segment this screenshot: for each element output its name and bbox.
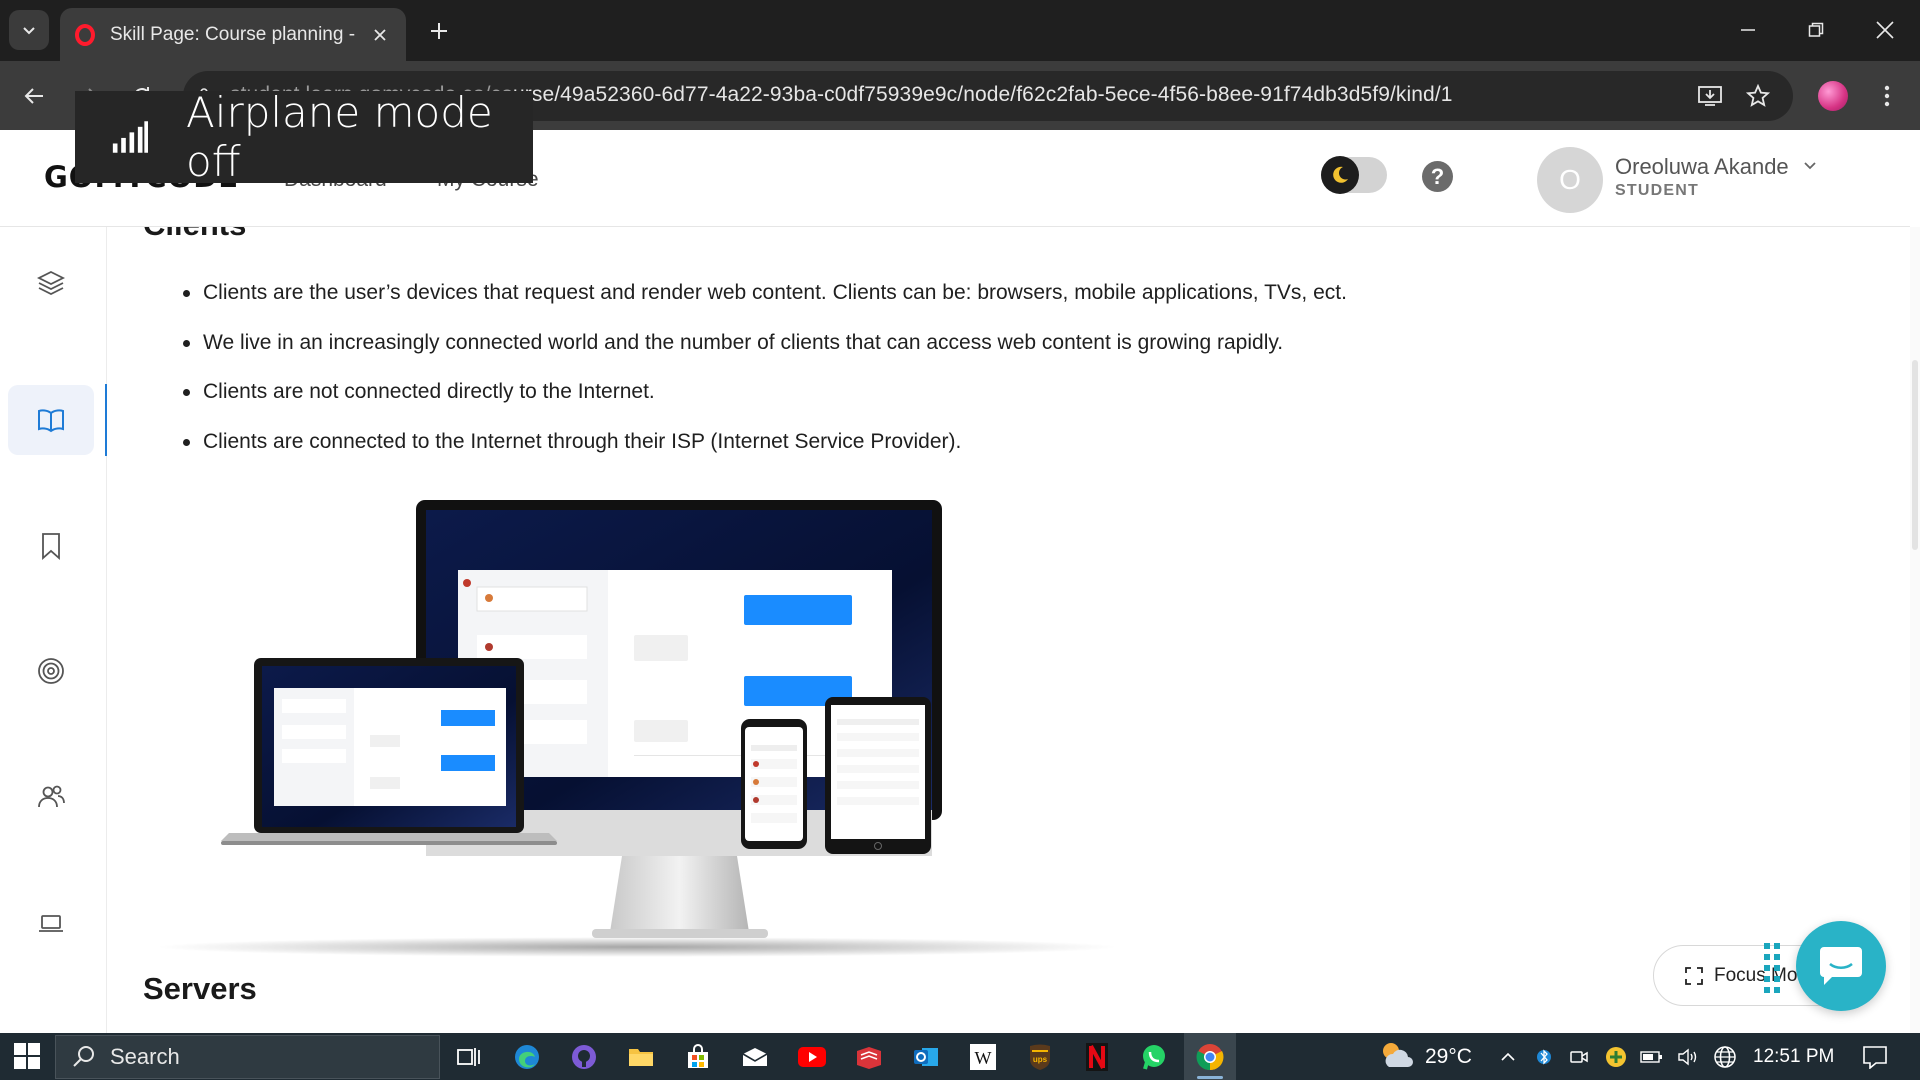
laptop-icon bbox=[39, 915, 63, 932]
help-button[interactable]: ? bbox=[1422, 161, 1453, 192]
svg-text:W: W bbox=[975, 1048, 992, 1068]
fullscreen-icon bbox=[1685, 966, 1703, 985]
restore-icon bbox=[1808, 22, 1824, 37]
book-open-icon bbox=[38, 409, 64, 433]
layers-icon bbox=[36, 270, 66, 296]
taskbar-search[interactable]: Search bbox=[55, 1035, 440, 1079]
section-heading-clients: Clients bbox=[143, 227, 246, 243]
chat-bubble-icon bbox=[1820, 947, 1862, 985]
signal-bars-icon bbox=[112, 121, 149, 153]
temperature-text[interactable]: 29°C bbox=[1425, 1045, 1472, 1069]
airplane-mode-toast: Airplane mode off bbox=[75, 88, 533, 186]
focus-mode-label: Focus Mo bbox=[1714, 964, 1798, 986]
profile-avatar[interactable] bbox=[1818, 81, 1848, 111]
devices-illustration bbox=[157, 500, 1117, 957]
globe-network-icon[interactable] bbox=[1712, 1045, 1738, 1069]
chevron-down-icon bbox=[23, 27, 35, 35]
minimize-button[interactable] bbox=[1723, 10, 1773, 50]
ups-icon[interactable]: ups bbox=[1023, 1040, 1057, 1074]
back-button[interactable] bbox=[16, 78, 52, 114]
volume-icon[interactable] bbox=[1676, 1045, 1700, 1069]
dark-mode-toggle[interactable] bbox=[1321, 156, 1387, 194]
bookshelf-app-icon[interactable] bbox=[852, 1040, 886, 1074]
users-icon bbox=[38, 785, 65, 808]
close-window-button[interactable] bbox=[1860, 10, 1910, 50]
netflix-icon[interactable] bbox=[1080, 1040, 1114, 1074]
microsoft-store-icon[interactable] bbox=[681, 1040, 715, 1074]
new-tab-button[interactable] bbox=[424, 16, 454, 46]
notifications-icon[interactable] bbox=[1860, 1045, 1890, 1069]
edge-icon[interactable] bbox=[510, 1040, 544, 1074]
chrome-icon[interactable] bbox=[1193, 1040, 1227, 1074]
youtube-icon[interactable] bbox=[795, 1040, 829, 1074]
user-avatar[interactable]: O bbox=[1537, 147, 1603, 213]
outlook-icon[interactable] bbox=[909, 1040, 943, 1074]
chat-support-button[interactable] bbox=[1796, 921, 1886, 1011]
chevron-down-icon[interactable] bbox=[1800, 156, 1820, 176]
page-scrollbar-track[interactable] bbox=[1910, 227, 1920, 1033]
sidebar bbox=[0, 227, 107, 1033]
plus-icon bbox=[431, 23, 447, 39]
target-icon bbox=[38, 658, 64, 684]
clients-bullet-list: Clients are the user’s devices that requ… bbox=[163, 279, 1663, 477]
user-name[interactable]: Oreoluwa Akande bbox=[1615, 154, 1789, 180]
toast-message: Airplane mode off bbox=[186, 88, 493, 186]
app-tray-icon[interactable] bbox=[1604, 1045, 1628, 1069]
search-icon bbox=[73, 1046, 94, 1067]
chrome-active-indicator bbox=[1197, 1076, 1223, 1079]
github-icon[interactable] bbox=[567, 1040, 601, 1074]
search-label: Search bbox=[110, 1044, 180, 1069]
moon-icon bbox=[1321, 156, 1359, 194]
meet-now-icon[interactable] bbox=[1568, 1045, 1590, 1069]
bluetooth-icon[interactable] bbox=[1534, 1045, 1554, 1069]
lesson-content: Clients Clients are the user’s devices t… bbox=[107, 227, 1910, 1033]
bookmark-star-button[interactable] bbox=[1741, 79, 1775, 113]
svg-text:ups: ups bbox=[1033, 1055, 1048, 1064]
taskbar-clock[interactable]: 12:51 PM bbox=[1753, 1046, 1834, 1068]
tab-title: Skill Page: Course planning - G( bbox=[110, 23, 360, 45]
url-path: urse/49a52360-6d77-4a22-93ba-c0df75939e9… bbox=[512, 83, 1453, 106]
mail-icon[interactable] bbox=[738, 1040, 772, 1074]
bullet-item: Clients are connected to the Internet th… bbox=[163, 428, 1663, 456]
wikipedia-icon[interactable]: W bbox=[966, 1040, 1000, 1074]
windows-start-icon[interactable] bbox=[14, 1043, 40, 1069]
tab-search-button[interactable] bbox=[9, 10, 49, 50]
close-tab-icon[interactable] bbox=[368, 23, 392, 47]
bullet-item: Clients are the user’s devices that requ… bbox=[163, 279, 1663, 307]
user-role: STUDENT bbox=[1615, 182, 1699, 199]
star-icon bbox=[1746, 84, 1770, 107]
task-view-icon[interactable] bbox=[451, 1040, 485, 1074]
chevron-up-icon[interactable] bbox=[1498, 1045, 1518, 1069]
bullet-item: Clients are not connected directly to th… bbox=[163, 378, 1663, 406]
restore-button[interactable] bbox=[1791, 10, 1841, 50]
sidebar-item-layers[interactable] bbox=[8, 248, 94, 318]
bookmark-icon bbox=[42, 533, 60, 560]
weather-icon[interactable] bbox=[1378, 1039, 1416, 1073]
sidebar-item-course[interactable] bbox=[8, 385, 94, 455]
bullet-item: We live in an increasingly connected wor… bbox=[163, 329, 1663, 357]
browser-tab-active[interactable]: Skill Page: Course planning - G( bbox=[60, 8, 406, 61]
sidebar-item-workspace[interactable] bbox=[8, 888, 94, 958]
taskbar: Search W ups 29°C 12:51 PM bbox=[0, 1033, 1920, 1080]
browser-menu-button[interactable] bbox=[1870, 79, 1904, 113]
browser-tab-bar: Skill Page: Course planning - G( bbox=[0, 0, 1920, 61]
install-icon bbox=[1698, 86, 1722, 106]
battery-icon[interactable] bbox=[1640, 1045, 1664, 1069]
minimize-icon bbox=[1741, 29, 1755, 31]
opera-icon bbox=[74, 23, 96, 46]
whatsapp-icon[interactable] bbox=[1137, 1040, 1171, 1074]
sidebar-item-bookmarks[interactable] bbox=[8, 511, 94, 581]
arrow-left-icon bbox=[24, 88, 43, 104]
section-heading-servers: Servers bbox=[143, 971, 257, 1006]
more-vertical-icon bbox=[1884, 85, 1890, 107]
close-icon bbox=[1876, 21, 1894, 39]
install-app-button[interactable] bbox=[1693, 79, 1727, 113]
page-scrollbar-thumb[interactable] bbox=[1912, 360, 1918, 550]
drag-handle-icon[interactable] bbox=[1763, 943, 1783, 993]
sidebar-item-goals[interactable] bbox=[8, 636, 94, 706]
sidebar-item-community[interactable] bbox=[8, 762, 94, 832]
file-explorer-icon[interactable] bbox=[624, 1040, 658, 1074]
